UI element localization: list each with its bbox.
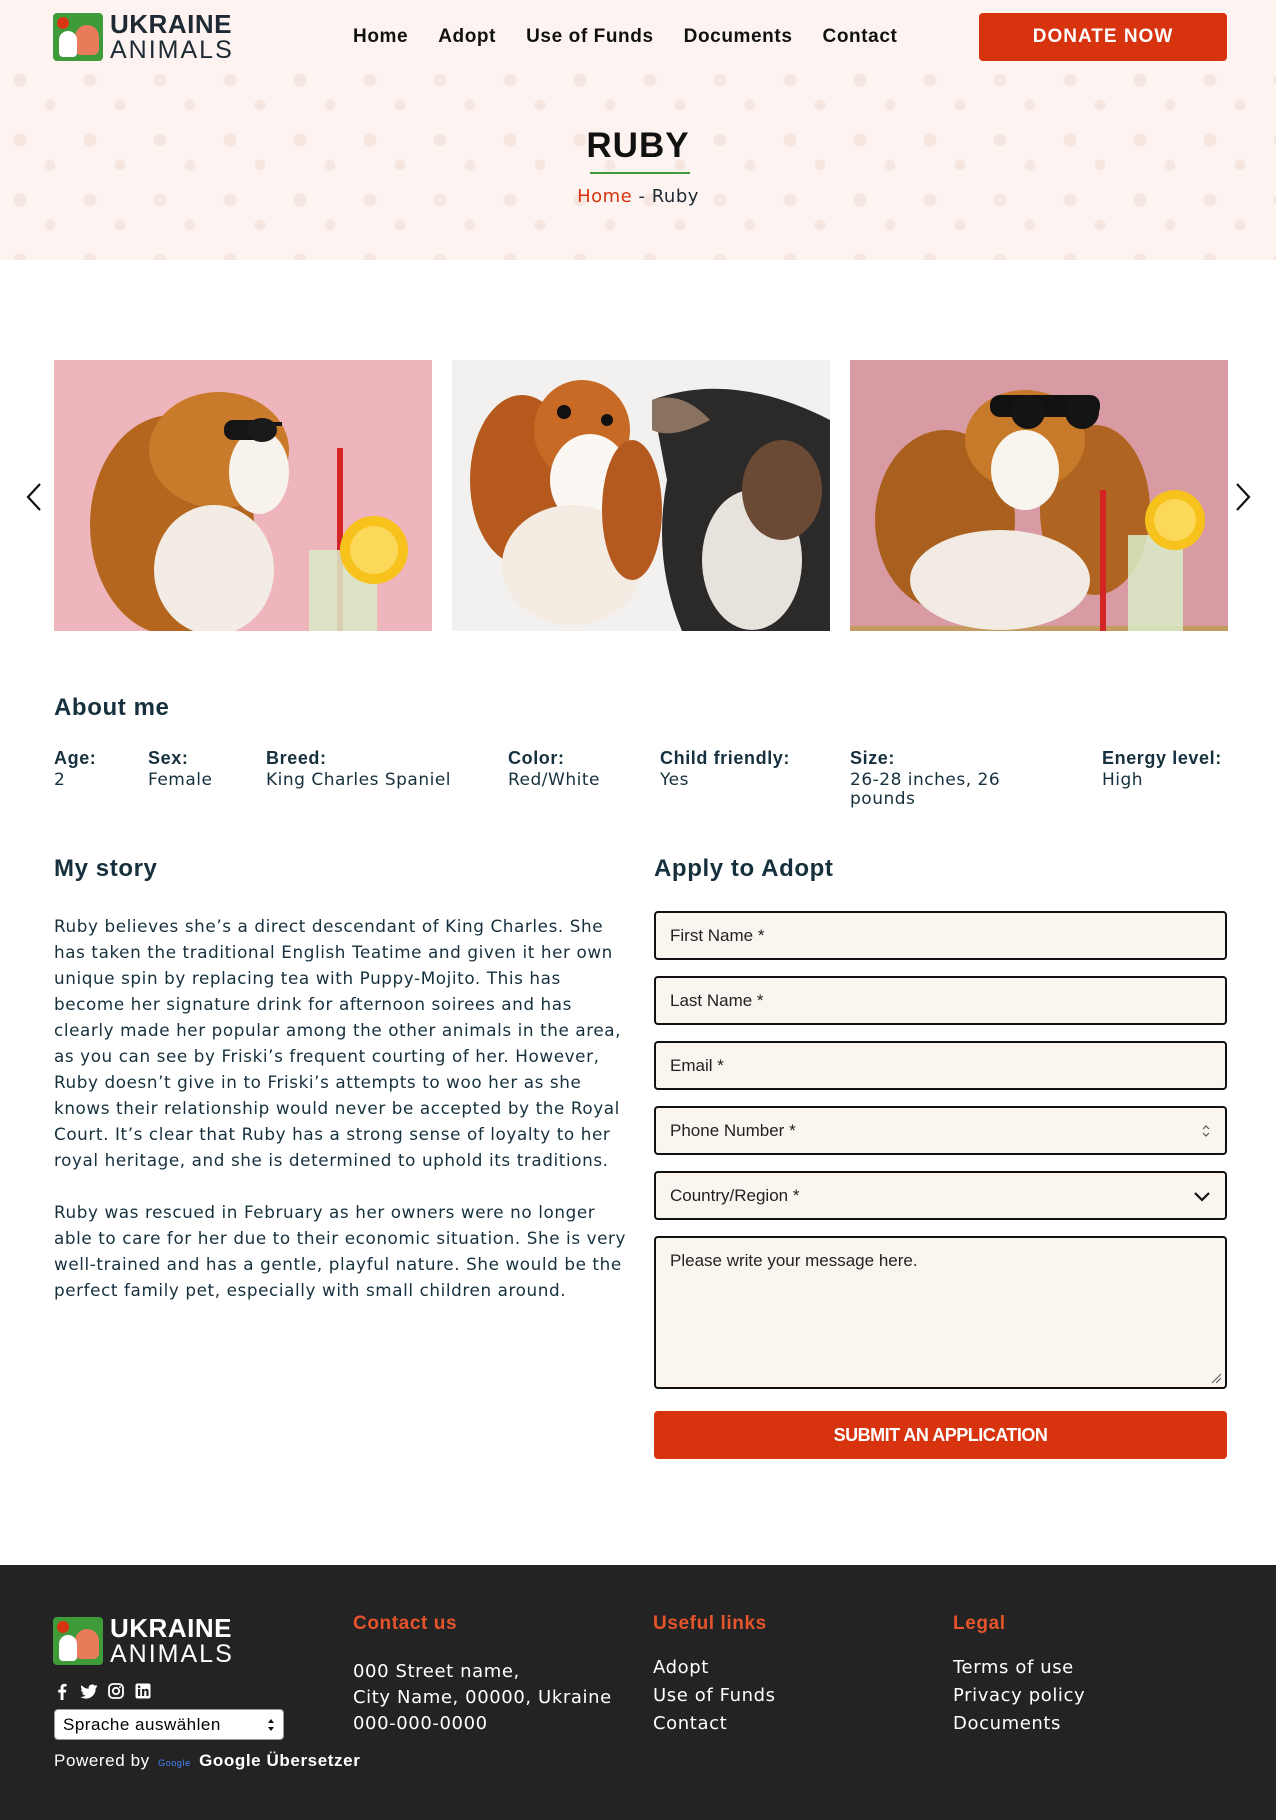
attr-sex-value: Female <box>148 770 213 790</box>
footer-contact-heading: Contact us <box>353 1613 458 1634</box>
photo-carousel <box>0 360 1276 632</box>
attr-color: Color: Red/White <box>508 748 638 790</box>
attr-breed-value: King Charles Spaniel <box>266 770 452 790</box>
attr-size: Size: 26-28 inches, 26 pounds <box>850 748 1030 809</box>
attr-size-label: Size: <box>850 748 896 768</box>
powered-by-translate: Powered by Google Google Übersetzer <box>54 1751 360 1771</box>
attr-energy-value: High <box>1102 770 1144 790</box>
donate-now-button[interactable]: DONATE NOW <box>979 13 1227 61</box>
site-logo[interactable]: UKRAINE ANIMALS <box>53 11 234 63</box>
phone-placeholder: Phone Number * <box>670 1120 796 1140</box>
nav-home[interactable]: Home <box>353 26 408 48</box>
attr-size-value: 26-28 inches, 26 pounds <box>850 770 1001 809</box>
about-heading: About me <box>54 694 170 721</box>
main-menu: Home Adopt Use of Funds Documents Contac… <box>353 26 927 48</box>
footer-legal-heading: Legal <box>953 1613 1006 1634</box>
story-paragraph-1: Ruby believes she’s a direct descendant … <box>54 916 622 1170</box>
story-paragraph-2: Ruby was rescued in February as her owne… <box>54 1202 627 1300</box>
chevron-left-icon[interactable] <box>22 480 48 514</box>
attr-child-friendly-label: Child friendly: <box>660 748 790 768</box>
attr-age-label: Age: <box>54 748 97 768</box>
powered-by-text: Powered by <box>54 1751 150 1770</box>
phone-input[interactable]: Phone Number * <box>654 1106 1227 1155</box>
footer-links-heading: Useful links <box>653 1613 767 1634</box>
carousel-photo-1[interactable] <box>54 360 432 631</box>
footer-link-contact[interactable]: Contact <box>653 1713 727 1734</box>
attr-child-friendly-value: Yes <box>660 770 689 790</box>
google-translate-link[interactable]: Google Übersetzer <box>199 1751 360 1770</box>
message-textarea[interactable]: Please write your message here. <box>654 1236 1227 1389</box>
attr-breed: Breed: King Charles Spaniel <box>266 748 486 790</box>
nav-use-of-funds[interactable]: Use of Funds <box>526 26 654 48</box>
breadcrumb-home-link[interactable]: Home <box>577 186 632 207</box>
email-input[interactable]: Email * <box>654 1041 1227 1090</box>
footer-link-use-of-funds[interactable]: Use of Funds <box>653 1685 776 1706</box>
resize-handle-icon[interactable] <box>1210 1372 1222 1384</box>
attr-age-value: 2 <box>54 770 66 790</box>
select-arrows-icon <box>268 1718 274 1731</box>
chevron-right-icon[interactable] <box>1229 480 1255 514</box>
twitter-icon[interactable] <box>80 1682 98 1700</box>
site-footer: UKRAINE ANIMALS Sprache auswählen Powere… <box>0 1565 1276 1820</box>
carousel-photo-3[interactable] <box>850 360 1228 631</box>
country-placeholder: Country/Region * <box>670 1185 800 1205</box>
linkedin-icon[interactable] <box>134 1682 152 1700</box>
last-name-placeholder: Last Name * <box>670 990 764 1010</box>
first-name-input[interactable]: First Name * <box>654 911 1227 960</box>
breadcrumb-current: Ruby <box>651 186 699 207</box>
logo-line-2: ANIMALS <box>110 36 234 64</box>
page-title: RUBY <box>586 126 690 165</box>
email-placeholder: Email * <box>670 1055 724 1075</box>
number-spinner-icon[interactable] <box>1201 1123 1211 1139</box>
instagram-icon[interactable] <box>107 1682 125 1700</box>
language-select-value: Sprache auswählen <box>63 1714 221 1734</box>
footer-logo[interactable]: UKRAINE ANIMALS <box>53 1615 234 1667</box>
footer-logo-text: UKRAINE ANIMALS <box>110 1615 234 1667</box>
footer-link-adopt[interactable]: Adopt <box>653 1657 709 1678</box>
footer-link-documents[interactable]: Documents <box>953 1713 1061 1734</box>
google-logo-icon: Google <box>158 1758 191 1768</box>
attr-sex-label: Sex: <box>148 748 189 768</box>
attr-color-label: Color: <box>508 748 565 768</box>
footer-logo-line-2: ANIMALS <box>110 1640 234 1668</box>
facebook-icon[interactable] <box>53 1682 71 1700</box>
top-navigation: UKRAINE ANIMALS Home Adopt Use of Funds … <box>0 0 1276 74</box>
first-name-placeholder: First Name * <box>670 925 765 945</box>
footer-link-privacy[interactable]: Privacy policy <box>953 1685 1085 1706</box>
nav-contact[interactable]: Contact <box>823 26 898 48</box>
attr-sex: Sex: Female <box>148 748 248 790</box>
footer-phone[interactable]: 000-000-0000 <box>353 1713 488 1734</box>
breadcrumb-separator: - <box>638 186 646 207</box>
story-text: Ruby believes she’s a direct descendant … <box>54 913 629 1329</box>
social-links <box>53 1682 152 1700</box>
breadcrumb: Home - Ruby <box>0 186 1276 207</box>
attr-energy-label: Energy level: <box>1102 748 1222 768</box>
logo-line-1: UKRAINE <box>110 9 232 39</box>
chevron-down-icon <box>1194 1191 1210 1202</box>
story-heading: My story <box>54 855 158 882</box>
title-underline <box>590 172 690 174</box>
last-name-input[interactable]: Last Name * <box>654 976 1227 1025</box>
message-placeholder: Please write your message here. <box>670 1251 918 1270</box>
attr-breed-label: Breed: <box>266 748 327 768</box>
attr-energy: Energy level: High <box>1102 748 1232 790</box>
logo-mark-icon <box>53 13 103 61</box>
nav-documents[interactable]: Documents <box>684 26 793 48</box>
attr-age: Age: 2 <box>54 748 134 790</box>
footer-address-line-1: 000 Street name, <box>353 1661 520 1682</box>
attr-color-value: Red/White <box>508 770 600 790</box>
footer-link-terms[interactable]: Terms of use <box>953 1657 1074 1678</box>
footer-address-line-2: City Name, 00000, Ukraine <box>353 1687 612 1708</box>
logo-text: UKRAINE ANIMALS <box>110 11 234 63</box>
footer-logo-mark-icon <box>53 1617 103 1665</box>
submit-application-button[interactable]: SUBMIT AN APPLICATION <box>654 1411 1227 1459</box>
nav-adopt[interactable]: Adopt <box>438 26 496 48</box>
attr-child-friendly: Child friendly: Yes <box>660 748 830 790</box>
apply-heading: Apply to Adopt <box>654 855 834 882</box>
footer-logo-line-1: UKRAINE <box>110 1613 232 1643</box>
country-select[interactable]: Country/Region * <box>654 1171 1227 1220</box>
carousel-photo-2[interactable] <box>452 360 830 631</box>
language-select[interactable]: Sprache auswählen <box>54 1709 284 1740</box>
